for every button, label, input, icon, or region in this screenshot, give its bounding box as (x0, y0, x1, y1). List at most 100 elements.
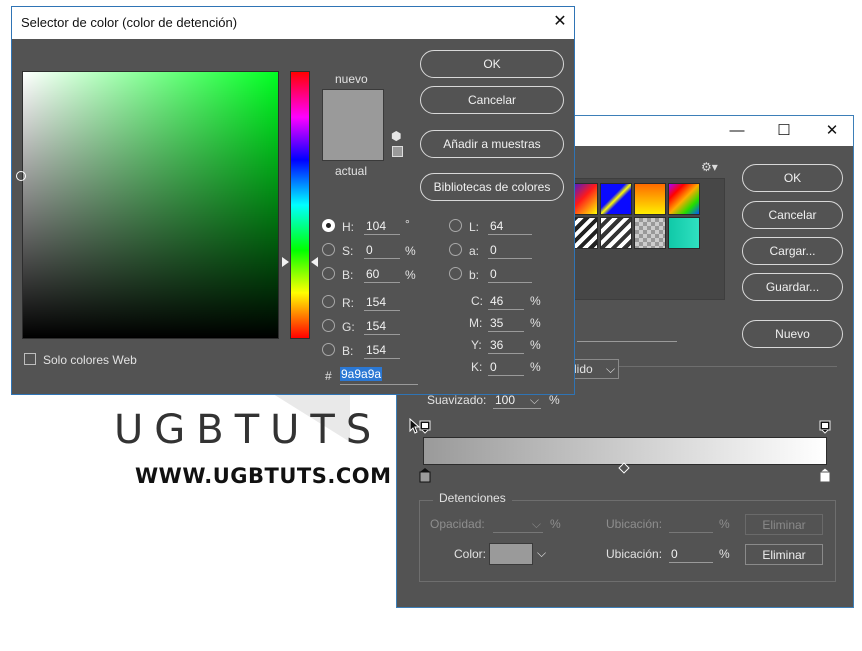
magenta-input[interactable]: 35 (488, 314, 524, 332)
presets-panel (566, 178, 725, 300)
red-input[interactable]: 154 (364, 293, 400, 311)
radio-hue[interactable] (322, 219, 335, 232)
ok-button[interactable]: OK (420, 50, 564, 78)
close-icon[interactable]: ✕ (817, 116, 847, 146)
opacity-delete-button[interactable]: Eliminar (745, 514, 823, 535)
lab-b-label: b: (469, 268, 480, 282)
cancel-button[interactable]: Cancelar (420, 86, 564, 114)
hex-input[interactable]: 9a9a9a (340, 366, 418, 385)
maximize-icon[interactable]: ☐ (769, 116, 799, 146)
color-location-label: Ubicación: (606, 547, 663, 561)
gradient-load-button[interactable]: Cargar... (742, 237, 843, 265)
green-label: G: (342, 320, 355, 334)
magenta-unit: % (530, 316, 541, 330)
radio-brightness[interactable] (322, 267, 335, 280)
cube-icon[interactable]: ⬢ (391, 129, 401, 143)
radio-blue[interactable] (322, 343, 335, 356)
saturation-input[interactable]: 0 (364, 241, 400, 259)
radio-green[interactable] (322, 319, 335, 332)
hex-label: # (325, 369, 332, 383)
yellow-unit: % (530, 338, 541, 352)
gradient-preview-bar[interactable] (423, 437, 827, 465)
preset-swatch[interactable] (634, 217, 666, 249)
presets-gear-icon[interactable]: ⚙▾ (701, 160, 718, 174)
preset-swatch[interactable] (668, 183, 700, 215)
opacity-stop-right[interactable] (819, 420, 831, 437)
cyan-input[interactable]: 46 (488, 292, 524, 310)
yellow-label: Y: (471, 338, 482, 352)
add-to-swatches-button[interactable]: Añadir a muestras (420, 130, 564, 158)
hue-label: H: (342, 220, 354, 234)
lab-b-input[interactable]: 0 (488, 265, 532, 283)
window-title: Selector de color (color de detención) (21, 15, 238, 30)
color-picker-crosshair[interactable] (16, 171, 26, 181)
opacity-input[interactable]: ⌵ (493, 515, 543, 533)
radio-lab-b[interactable] (449, 267, 462, 280)
yellow-input[interactable]: 36 (488, 336, 524, 354)
hue-input[interactable]: 104 (364, 217, 400, 235)
green-input[interactable]: 154 (364, 317, 400, 335)
opacity-location-unit: % (719, 517, 730, 531)
opacity-label: Opacidad: (430, 517, 485, 531)
radio-saturation[interactable] (322, 243, 335, 256)
preset-swatch[interactable] (600, 183, 632, 215)
red-label: R: (342, 296, 354, 310)
preset-swatch[interactable] (634, 183, 666, 215)
brightness-unit: % (405, 268, 416, 282)
lab-l-input[interactable]: 64 (488, 217, 532, 235)
black-input[interactable]: 0 (488, 358, 524, 376)
hue-slider-right-arrow[interactable] (311, 257, 318, 267)
lab-l-label: L: (469, 220, 480, 234)
color-delete-button[interactable]: Eliminar (745, 544, 823, 565)
web-colors-label: Solo colores Web (43, 353, 137, 367)
saturation-brightness-field[interactable] (22, 71, 279, 339)
cyan-label: C: (471, 294, 483, 308)
saturation-label: S: (342, 244, 354, 258)
stop-color-swatch[interactable] (489, 543, 533, 565)
color-stop-left[interactable] (419, 467, 431, 486)
lab-a-label: a: (469, 244, 480, 258)
hue-slider-left-arrow[interactable] (282, 257, 289, 267)
gradient-new-button[interactable]: Nuevo (742, 320, 843, 348)
brightness-input[interactable]: 60 (364, 265, 400, 283)
gradient-type-value: lido (574, 362, 593, 376)
chevron-down-icon: ⌵ (531, 517, 541, 531)
gradient-ok-button[interactable]: OK (742, 164, 843, 192)
preset-swatch[interactable] (600, 217, 632, 249)
blue-input[interactable]: 154 (364, 341, 400, 359)
magenta-label: M: (469, 316, 483, 330)
color-libraries-button[interactable]: Bibliotecas de colores (420, 173, 564, 201)
radio-lab-l[interactable] (449, 219, 462, 232)
gradient-save-button[interactable]: Guardar... (742, 273, 843, 301)
web-safe-swatch[interactable] (392, 146, 403, 157)
preset-swatch[interactable] (668, 217, 700, 249)
close-icon[interactable]: ✕ (548, 10, 572, 34)
color-label: Color: (454, 547, 487, 561)
gradient-name-field[interactable] (577, 341, 677, 342)
gradient-cancel-button[interactable]: Cancelar (742, 201, 843, 229)
color-stop-right[interactable] (818, 467, 832, 486)
stops-group (419, 500, 836, 582)
chevron-down-icon: ⌵ (606, 362, 616, 376)
lab-a-input[interactable]: 0 (488, 241, 532, 259)
blue-label: B: (342, 344, 354, 358)
opacity-location-input[interactable] (669, 515, 713, 533)
chevron-down-icon[interactable]: ⌵ (537, 546, 546, 561)
stops-group-label: Detenciones (433, 491, 512, 505)
black-unit: % (530, 360, 541, 374)
preview-current-label: actual (335, 164, 368, 178)
radio-red[interactable] (322, 295, 335, 308)
saturation-unit: % (405, 244, 416, 258)
watermark-url: WWW.UGBTUTS.COM (135, 464, 392, 488)
opacity-location-label: Ubicación: (606, 517, 663, 531)
smoothness-label: Suavizado: (427, 393, 487, 407)
hue-slider[interactable] (290, 71, 310, 339)
minimize-icon[interactable]: — (722, 116, 752, 146)
radio-lab-a[interactable] (449, 243, 462, 256)
web-colors-checkbox[interactable] (24, 353, 36, 365)
preview-current-swatch[interactable] (323, 125, 383, 160)
black-label: K: (471, 360, 483, 374)
cyan-unit: % (530, 294, 541, 308)
color-location-input[interactable]: 0 (669, 545, 713, 563)
hue-unit: ° (405, 217, 410, 231)
